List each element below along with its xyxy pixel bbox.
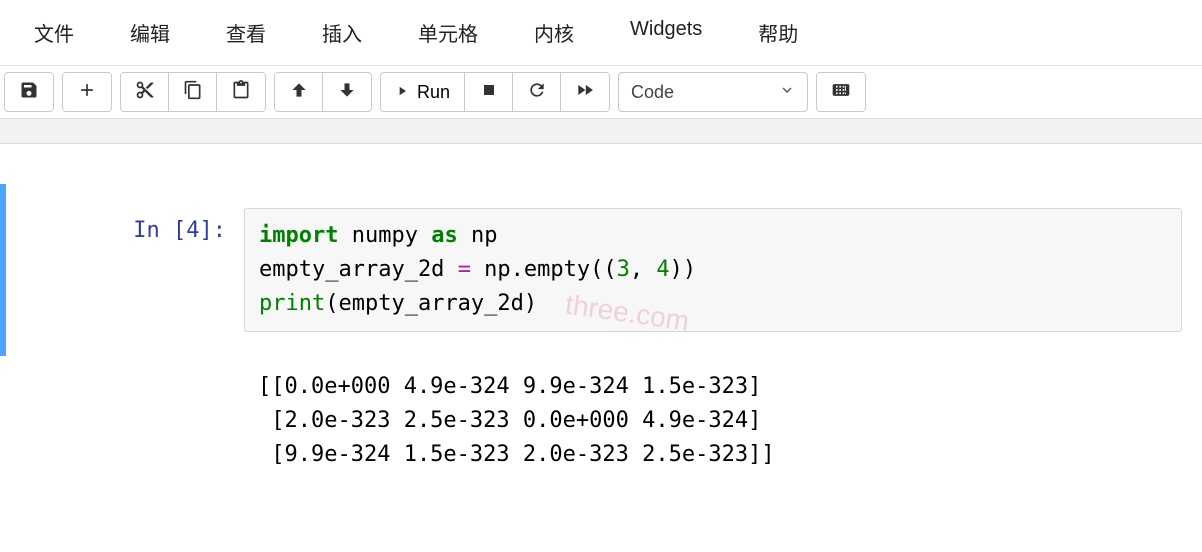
celltype-select[interactable]: Code (618, 72, 808, 112)
arrow-down-icon (337, 80, 357, 105)
output-row: [[0.0e+000 4.9e-324 9.9e-324 1.5e-323] [… (0, 356, 1202, 472)
code-text: empty_array_2d (259, 257, 458, 282)
command-palette-button[interactable] (817, 73, 865, 111)
add-cell-button[interactable] (63, 73, 111, 111)
cut-button[interactable] (121, 73, 169, 111)
save-icon (19, 80, 39, 105)
celltype-label: Code (631, 82, 674, 103)
menu-help[interactable]: 帮助 (730, 10, 826, 55)
menubar: 文件 编辑 查看 插入 单元格 内核 Widgets 帮助 (0, 0, 1202, 65)
notebook-area: In [4]: import numpy as np empty_array_2… (0, 144, 1202, 473)
num-literal: 3 (617, 257, 630, 282)
menu-edit[interactable]: 编辑 (102, 10, 198, 55)
copy-button[interactable] (169, 73, 217, 111)
code-input[interactable]: import numpy as np empty_array_2d = np.e… (244, 208, 1182, 332)
restart-run-all-button[interactable] (561, 73, 609, 111)
code-text: numpy (338, 223, 431, 248)
code-text: (empty_array_2d) (325, 291, 537, 316)
menu-view[interactable]: 查看 (198, 10, 294, 55)
kw-import: import (259, 223, 338, 248)
code-cell[interactable]: In [4]: import numpy as np empty_array_2… (0, 184, 1202, 356)
input-prompt: In [4]: (6, 208, 244, 332)
run-label: Run (417, 82, 450, 103)
copy-icon (183, 80, 203, 105)
code-text: np.empty(( (471, 257, 617, 282)
restart-icon (527, 80, 547, 105)
paste-button[interactable] (217, 73, 265, 111)
code-text: , (630, 257, 657, 282)
run-button[interactable]: Run (381, 73, 465, 111)
play-icon (395, 82, 409, 103)
paste-icon (231, 80, 251, 105)
builtin-print: print (259, 291, 325, 316)
code-text: np (458, 223, 498, 248)
scissors-icon (135, 80, 155, 105)
op-equals: = (458, 257, 471, 282)
toolbar: Run Code (0, 65, 1202, 118)
menu-file[interactable]: 文件 (6, 10, 102, 55)
menu-widgets[interactable]: Widgets (602, 10, 730, 55)
menu-kernel[interactable]: 内核 (506, 10, 602, 55)
chevron-down-icon (779, 82, 795, 103)
interrupt-button[interactable] (465, 73, 513, 111)
cell-output: [[0.0e+000 4.9e-324 9.9e-324 1.5e-323] [… (244, 356, 1182, 472)
restart-button[interactable] (513, 73, 561, 111)
save-button[interactable] (5, 73, 53, 111)
num-literal: 4 (656, 257, 669, 282)
stop-icon (479, 80, 499, 105)
code-text: )) (670, 257, 697, 282)
plus-icon (77, 80, 97, 105)
kw-as: as (431, 223, 458, 248)
fast-forward-icon (575, 80, 595, 105)
separator-band (0, 118, 1202, 144)
move-down-button[interactable] (323, 73, 371, 111)
move-up-button[interactable] (275, 73, 323, 111)
arrow-up-icon (289, 80, 309, 105)
keyboard-icon (831, 80, 851, 105)
menu-cell[interactable]: 单元格 (390, 10, 506, 55)
menu-insert[interactable]: 插入 (294, 10, 390, 55)
